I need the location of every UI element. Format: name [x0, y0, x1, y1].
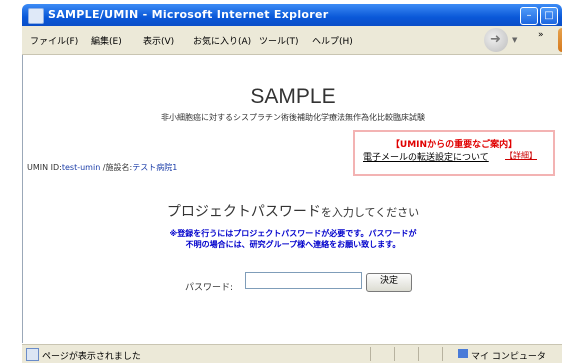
security-zone: マイ コンピュータ	[471, 352, 546, 362]
browser-window: SAMPLE/UMIN - Microsoft Internet Explore…	[0, 0, 562, 363]
title-bar: SAMPLE/UMIN - Microsoft Internet Explore…	[22, 4, 562, 26]
status-divider	[370, 347, 371, 361]
status-divider	[418, 347, 419, 361]
details-link[interactable]: 【詳細】	[505, 150, 537, 161]
password-label: パスワード:	[185, 283, 234, 293]
user-info: UMIN ID:test-umin /施設名:テスト病院1	[27, 162, 177, 173]
submit-button[interactable]: 決定	[366, 273, 412, 292]
password-input[interactable]	[245, 272, 362, 289]
password-heading-rest: を入力してください	[320, 206, 420, 219]
window-title: SAMPLE/UMIN - Microsoft Internet Explore…	[48, 8, 329, 21]
page-subtitle: 非小細胞癌に対するシスプラチン術後補助化学療法無作為化比較臨床試験	[161, 113, 425, 122]
umin-id-value: test-umin	[61, 163, 101, 172]
facility-label: /施設名:	[100, 163, 133, 172]
toolbar-overflow-chevron[interactable]: »	[538, 30, 544, 40]
password-note: ※登録を行うにはプロジェクトパスワードが必要です。パスワードが 不明の場合には、…	[23, 228, 562, 250]
status-bar: ページが表示されました マイ コンピュータ	[22, 344, 562, 363]
back-arrow-icon: ➜	[490, 32, 501, 47]
page-content: SAMPLE 非小細胞癌に対するシスプラチン術後補助化学療法無作為化比較臨床試験…	[22, 55, 562, 343]
menu-edit[interactable]: 編集(E)	[91, 34, 122, 47]
maximize-button[interactable]: □	[540, 7, 558, 25]
password-note-line2: 不明の場合には、研究グループ様へ連絡をお願い致します。	[185, 240, 401, 249]
back-dropdown-icon[interactable]: ▼	[512, 36, 517, 44]
ie-page-icon	[28, 8, 44, 24]
my-computer-icon	[458, 349, 468, 358]
menu-view[interactable]: 表示(V)	[143, 34, 174, 47]
password-heading-main: プロジェクトパスワード	[166, 204, 321, 220]
menu-tools[interactable]: ツール(T)	[259, 34, 299, 47]
umin-id-label: UMIN ID:	[27, 163, 62, 172]
status-divider	[442, 347, 443, 361]
page-done-icon	[26, 348, 39, 361]
facility-value: テスト病院1	[132, 163, 178, 172]
menu-favorites[interactable]: お気に入り(A)	[193, 34, 251, 47]
notice-heading: 【UMINからの重要なご案内】	[390, 140, 518, 150]
windows-logo-icon	[558, 28, 562, 52]
page-title: SAMPLE	[250, 85, 336, 108]
status-text: ページが表示されました	[42, 352, 141, 362]
back-button[interactable]: ➜	[484, 28, 508, 52]
menu-help[interactable]: ヘルプ(H)	[312, 34, 353, 47]
menu-bar: ファイル(F) 編集(E) 表示(V) お気に入り(A) ツール(T) ヘルプ(…	[22, 26, 562, 55]
menu-file[interactable]: ファイル(F)	[30, 34, 78, 47]
password-heading: プロジェクトパスワードを入力してください	[23, 201, 562, 221]
email-forward-link[interactable]: 電子メールの転送設定について	[363, 150, 489, 163]
minimize-button[interactable]: –	[520, 7, 538, 25]
status-divider	[394, 347, 395, 361]
password-note-line1: ※登録を行うにはプロジェクトパスワードが必要です。パスワードが	[169, 229, 417, 238]
notice-box: 【UMINからの重要なご案内】 電子メールの転送設定について 【詳細】	[353, 130, 555, 176]
